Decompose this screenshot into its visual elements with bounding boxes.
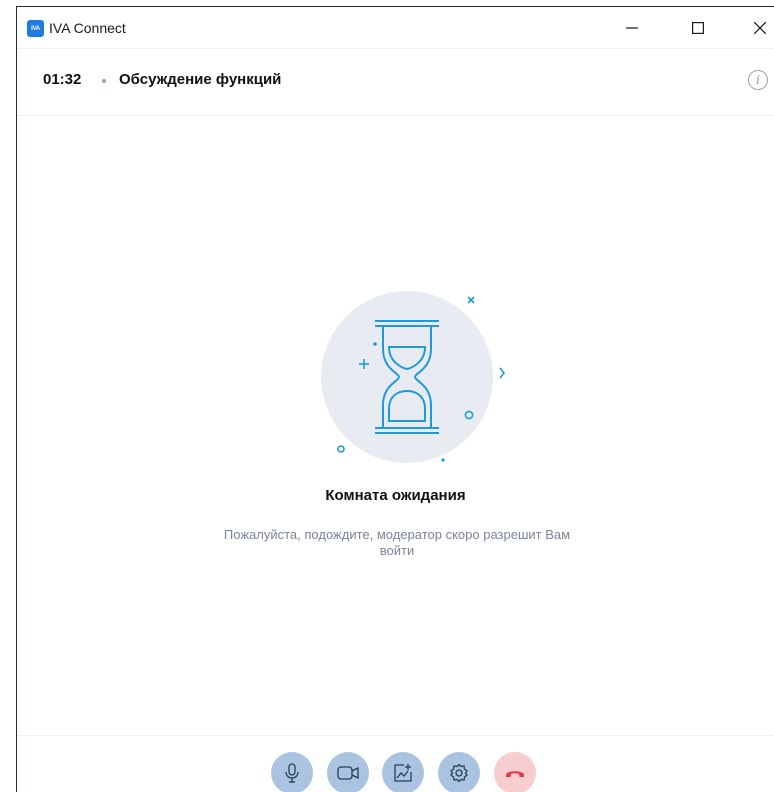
close-icon bbox=[754, 21, 766, 34]
screen-share-button[interactable] bbox=[382, 752, 424, 792]
minimize-button[interactable] bbox=[609, 7, 655, 48]
camera-button[interactable] bbox=[327, 752, 369, 792]
call-timer: 01:32 bbox=[43, 71, 82, 88]
hourglass-illustration bbox=[321, 291, 506, 463]
settings-button[interactable] bbox=[438, 752, 480, 792]
title-bar: IVA IVA Connect bbox=[17, 7, 774, 48]
close-button[interactable] bbox=[737, 7, 774, 48]
separator-dot bbox=[102, 79, 106, 83]
waiting-room-message: Пожалуйста, подождите, модератор скоро р… bbox=[223, 527, 571, 558]
screen-share-icon bbox=[394, 764, 412, 782]
maximize-button[interactable] bbox=[675, 7, 721, 48]
app-title: IVA Connect bbox=[49, 20, 126, 36]
meeting-title: Обсуждение функций bbox=[119, 71, 282, 88]
info-button[interactable]: i bbox=[748, 70, 768, 90]
waiting-room-title: Комната ожидания bbox=[325, 487, 466, 504]
maximize-icon bbox=[692, 21, 704, 34]
info-icon: i bbox=[756, 73, 760, 87]
camera-icon bbox=[337, 766, 359, 780]
settings-icon bbox=[450, 763, 468, 783]
app-logo-icon: IVA bbox=[27, 20, 44, 37]
minimize-icon bbox=[626, 26, 638, 29]
microphone-button[interactable] bbox=[271, 752, 313, 792]
illustration-circle bbox=[321, 291, 493, 463]
call-toolbar bbox=[17, 735, 774, 792]
app-logo-text: IVA bbox=[31, 25, 40, 32]
call-header: 01:32 Обсуждение функций i bbox=[17, 48, 774, 116]
hang-up-icon bbox=[506, 771, 524, 777]
hang-up-button[interactable] bbox=[494, 752, 536, 792]
microphone-icon bbox=[285, 763, 299, 783]
app-window: IVA IVA Connect 01:32 Обсуждение функций… bbox=[16, 6, 774, 792]
